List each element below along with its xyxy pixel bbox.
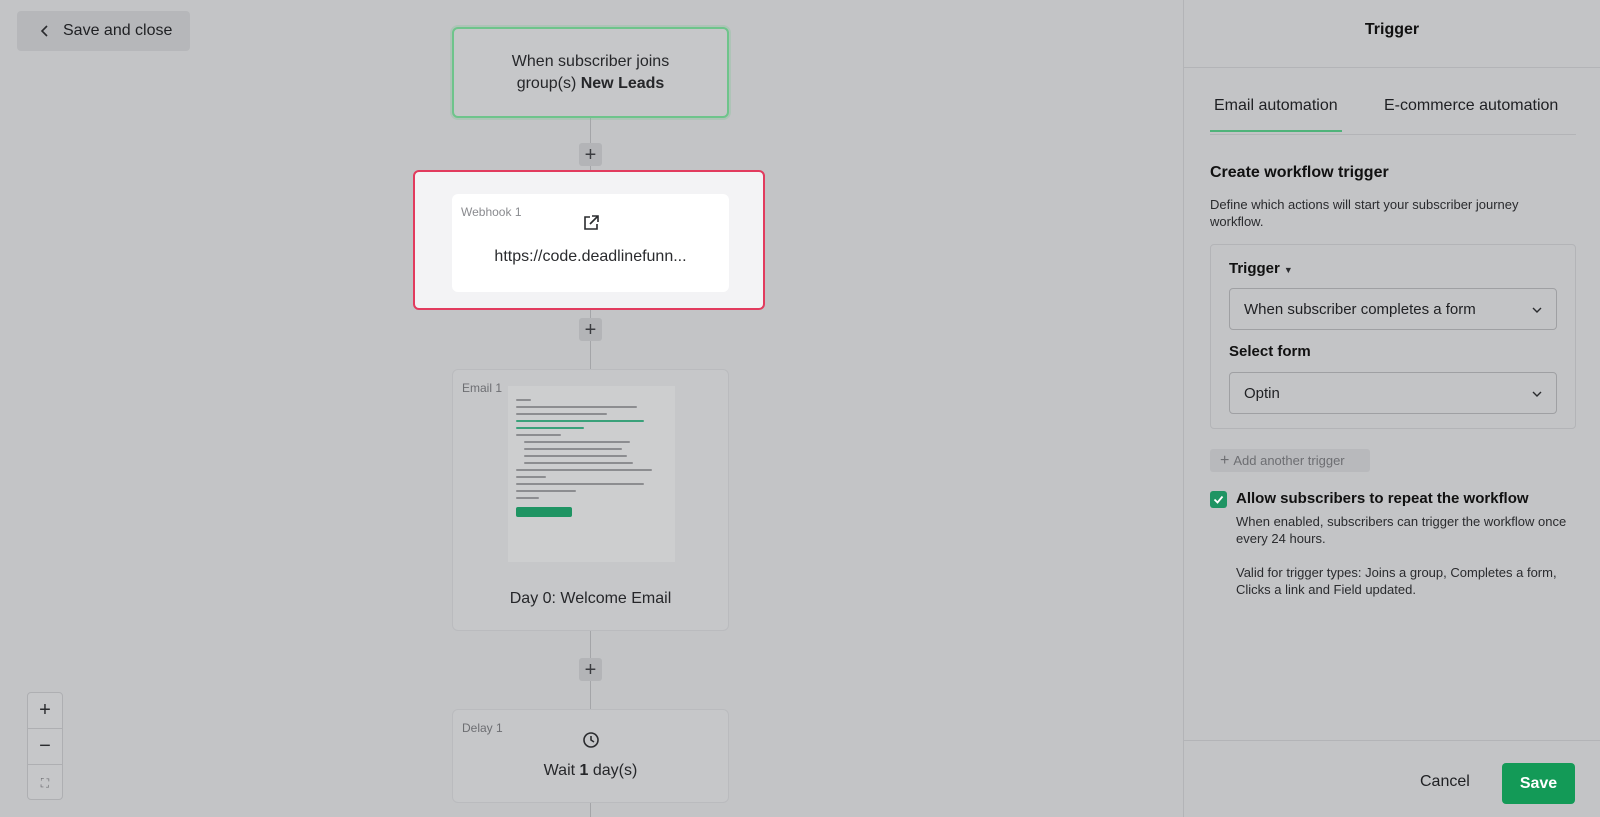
cancel-button[interactable]: Cancel [1420, 773, 1470, 791]
form-select[interactable]: Optin [1229, 372, 1557, 414]
trigger-node-group: New Leads [580, 74, 665, 92]
chevron-left-icon [40, 25, 48, 37]
section-description: Define which actions will start your sub… [1210, 197, 1519, 229]
minus-icon: − [39, 735, 51, 757]
repeat-workflow-description: When enabled, subscribers can trigger th… [1236, 514, 1567, 546]
delay-node-label: Delay 1 [462, 721, 503, 735]
section-title: Create workflow trigger [1210, 164, 1389, 181]
delay-prefix: Wait [543, 762, 576, 779]
zoom-controls: + − ⛶ [27, 692, 63, 800]
form-select-value: Optin [1244, 384, 1280, 402]
add-trigger-label: Add another trigger [1233, 453, 1345, 468]
panel-title: Trigger [1364, 21, 1420, 38]
caret-down-icon: ▼ [1283, 265, 1293, 275]
fullscreen-icon: ⛶ [40, 775, 50, 790]
zoom-out-button[interactable]: − [28, 729, 62, 765]
tab-email-automation[interactable]: Email automation [1210, 97, 1342, 132]
connector-line [590, 803, 591, 817]
divider [1184, 740, 1600, 741]
divider [1184, 67, 1600, 68]
add-another-trigger-button[interactable]: + Add another trigger [1210, 449, 1370, 472]
workflow-canvas[interactable]: Save and close When subscriber joins gro… [0, 0, 1183, 817]
email-preview-thumbnail [508, 386, 675, 562]
email-node[interactable]: Email 1 Day 0: Welcome Email [452, 369, 729, 631]
delay-duration: Wait 1 day(s) [453, 762, 728, 780]
plus-icon: + [584, 658, 597, 681]
chevron-down-icon [1532, 307, 1542, 313]
trigger-field-label[interactable]: Trigger ▼ [1229, 260, 1293, 277]
webhook-node[interactable]: Webhook 1 https://code.deadlinefunn... [452, 194, 729, 292]
plus-icon: + [584, 318, 597, 341]
automation-type-tabs: Email automation E-commerce automation [1210, 93, 1576, 135]
external-link-icon [584, 215, 599, 230]
trigger-label-text: Trigger [1229, 260, 1280, 277]
trigger-node-text: When subscriber joins group(s) New Leads [494, 51, 687, 95]
save-and-close-button[interactable]: Save and close [17, 11, 190, 51]
repeat-workflow-label[interactable]: Allow subscribers to repeat the workflow [1236, 490, 1529, 507]
add-step-button[interactable]: + [579, 318, 602, 341]
save-button[interactable]: Save [1502, 763, 1575, 804]
trigger-settings-panel: Trigger Email automation E-commerce auto… [1183, 0, 1600, 817]
plus-icon: + [39, 699, 51, 721]
delay-amount: 1 [579, 762, 589, 779]
webhook-url: https://code.deadlinefunn... [494, 248, 687, 265]
trigger-select[interactable]: When subscriber completes a form [1229, 288, 1557, 330]
select-form-label: Select form [1229, 343, 1311, 360]
tab-ecommerce-automation[interactable]: E-commerce automation [1384, 97, 1558, 115]
add-step-button[interactable]: + [579, 658, 602, 681]
chevron-down-icon [1532, 391, 1542, 397]
repeat-workflow-note: Valid for trigger types: Joins a group, … [1236, 565, 1557, 597]
delay-unit: day(s) [592, 762, 638, 779]
trigger-config-box: Trigger ▼ When subscriber completes a for… [1210, 244, 1576, 429]
delay-node[interactable]: Delay 1 Wait 1 day(s) [452, 709, 729, 803]
add-step-button[interactable]: + [579, 143, 602, 166]
trigger-node[interactable]: When subscriber joins group(s) New Leads [452, 27, 729, 118]
fit-view-button[interactable]: ⛶ [28, 765, 62, 801]
trigger-select-value: When subscriber completes a form [1244, 300, 1476, 318]
save-and-close-label: Save and close [63, 22, 173, 39]
repeat-workflow-checkbox[interactable] [1210, 491, 1227, 508]
email-node-label: Email 1 [462, 381, 503, 395]
zoom-in-button[interactable]: + [28, 693, 62, 729]
plus-icon: + [1220, 451, 1230, 469]
webhook-node-label: Webhook 1 [461, 205, 522, 219]
plus-icon: + [584, 143, 597, 166]
email-node-title: Day 0: Welcome Email [509, 590, 672, 607]
clock-icon [583, 732, 599, 748]
checkmark-icon [1213, 495, 1224, 504]
